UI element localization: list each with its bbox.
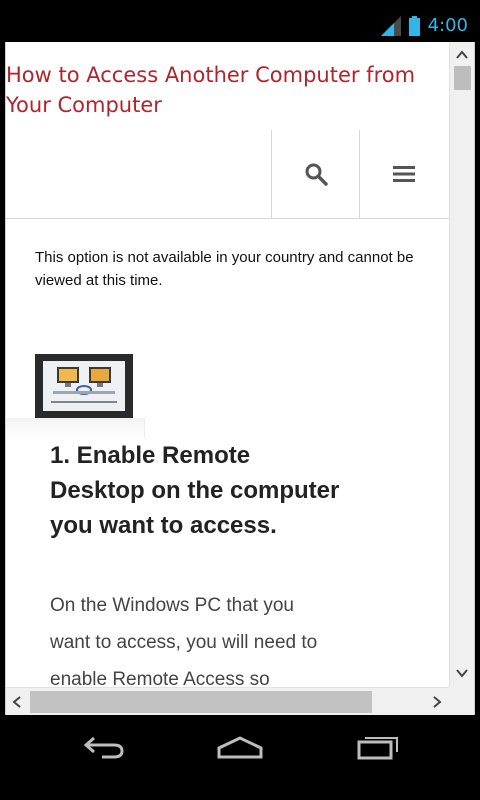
chevron-up-icon[interactable]	[456, 50, 468, 60]
thumbnail-shadow	[6, 418, 145, 438]
recent-apps-icon	[357, 737, 398, 760]
step-heading: 1. Enable Remote Desktop on the computer…	[50, 442, 340, 539]
status-time: 4:00	[427, 15, 468, 36]
system-nav-bar	[0, 715, 480, 800]
notice-line: This option is not available in your cou…	[35, 249, 414, 266]
page-content: How to Access Another Computer from Your…	[6, 42, 449, 687]
horizontal-scrollbar[interactable]	[6, 687, 449, 715]
article-thumbnail[interactable]	[35, 354, 133, 418]
horizontal-scroll-thumb[interactable]	[30, 691, 372, 713]
menu-icon	[393, 166, 415, 182]
chevron-down-icon[interactable]	[456, 668, 468, 678]
remote-desktop-illustration	[43, 361, 125, 411]
page-title[interactable]: How to Access Another Computer from Your…	[6, 60, 446, 120]
scroll-corner	[449, 687, 474, 715]
recent-apps-button[interactable]	[348, 729, 408, 765]
vertical-scroll-thumb[interactable]	[454, 66, 471, 90]
signal-icon	[380, 16, 401, 36]
vertical-scrollbar[interactable]	[449, 42, 474, 687]
notice-line: viewed at this time.	[35, 272, 163, 289]
chevron-left-icon[interactable]	[12, 696, 22, 708]
search-button[interactable]	[272, 130, 360, 218]
step-body: On the Windows PC that you want to acces…	[50, 595, 318, 687]
thumbnail-image	[43, 361, 125, 411]
back-button[interactable]	[74, 729, 134, 765]
search-icon	[305, 163, 328, 186]
battery-icon	[408, 16, 420, 36]
home-icon	[217, 736, 263, 759]
status-icons: 4:00	[380, 14, 468, 38]
status-bar: 4:00	[0, 0, 480, 42]
home-button[interactable]	[210, 729, 270, 765]
site-nav-bar	[6, 130, 449, 219]
web-view[interactable]: How to Access Another Computer from Your…	[5, 42, 475, 715]
chevron-right-icon[interactable]	[432, 696, 442, 708]
availability-notice: This option is not available in your cou…	[35, 246, 449, 292]
back-icon	[83, 736, 124, 759]
menu-button[interactable]	[360, 130, 448, 218]
